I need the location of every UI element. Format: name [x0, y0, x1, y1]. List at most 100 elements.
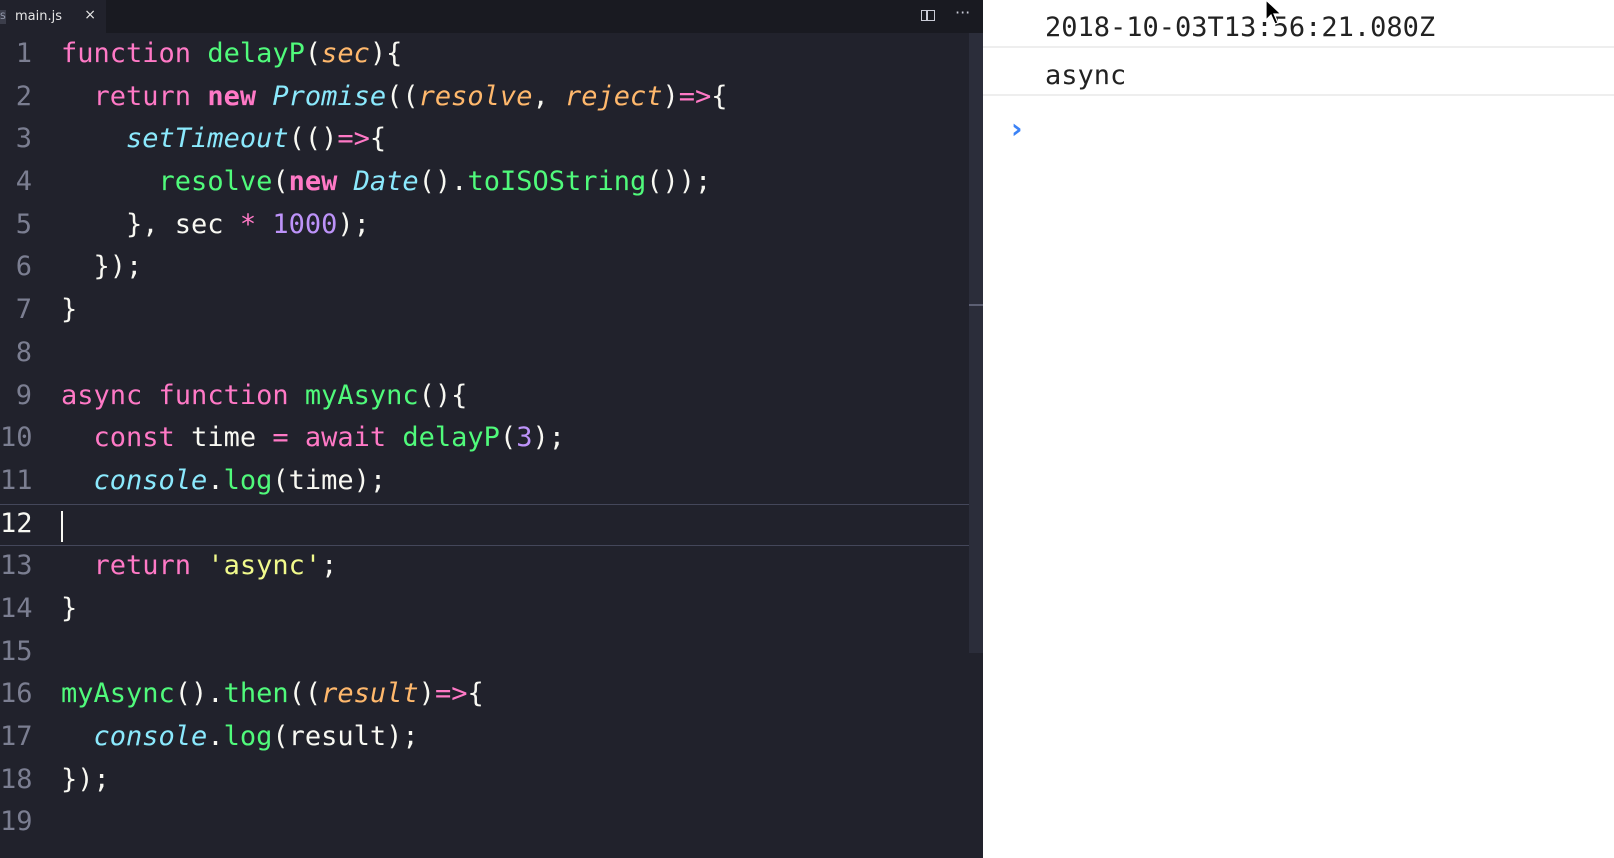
mouse-cursor-icon: [1265, 0, 1283, 25]
code-token: Promise: [272, 80, 387, 112]
code-token: toISOString: [467, 166, 647, 198]
code-token: 3: [516, 422, 533, 454]
code-line[interactable]: async function myAsync(){: [61, 375, 953, 418]
code-line[interactable]: }, sec * 1000);: [61, 204, 953, 247]
code-token: );: [337, 208, 370, 240]
code-token: console: [93, 721, 208, 752]
tab-label: main.js: [15, 9, 62, 24]
code-token: log: [223, 464, 273, 496]
more-actions-icon[interactable]: ···: [955, 3, 970, 22]
js-file-icon: S: [0, 9, 6, 24]
code-token: Date: [353, 166, 419, 198]
code-token: result: [321, 678, 419, 710]
code-line[interactable]: console.log(result);: [61, 716, 953, 759]
code-token: ;: [321, 550, 338, 582]
code-token: 'async': [207, 550, 322, 582]
code-area[interactable]: function delayP(sec){ return new Promise…: [61, 33, 953, 844]
code-line[interactable]: [61, 801, 953, 844]
line-number: 14: [0, 592, 33, 624]
code-token: }: [61, 294, 78, 326]
code-token: (result);: [272, 721, 419, 752]
scrollbar-thumb-marker[interactable]: [969, 304, 983, 306]
tab-main-js[interactable]: S main.js ×: [0, 0, 106, 33]
code-token: =>: [337, 123, 370, 155]
code-token: log: [223, 721, 273, 752]
code-token: delayP: [207, 38, 305, 69]
code-token: resolve: [418, 80, 533, 112]
code-token: (: [272, 166, 289, 198]
code-line[interactable]: resolve(new Date().toISOString());: [61, 161, 953, 204]
line-number: 1: [15, 38, 32, 69]
line-number: 11: [0, 464, 33, 496]
code-token: =>: [678, 80, 712, 112]
code-token: {: [386, 38, 403, 69]
console-prompt-icon[interactable]: ›: [1011, 112, 1023, 145]
line-number: 5: [15, 208, 32, 240]
code-line[interactable]: setTimeout(()=>{: [61, 118, 953, 161]
code-token: }: [61, 592, 78, 624]
code-token: function: [61, 38, 208, 69]
code-token: then: [223, 678, 289, 710]
line-number: 18: [0, 763, 33, 795]
line-number-gutter: 1 2 3 4 5 6 7 8 9 10 11 12 13 14 15 16 1…: [0, 33, 48, 844]
tab-bar: S main.js × ···: [0, 0, 983, 33]
code-token: return: [93, 80, 208, 112]
code-token: =: [272, 422, 305, 454]
split-editor-icon[interactable]: [921, 10, 935, 21]
text-cursor: [61, 511, 63, 542]
line-number: 9: [15, 379, 32, 411]
code-token: );: [532, 422, 565, 454]
code-token: reject: [564, 80, 663, 112]
code-token: delayP: [402, 422, 500, 454]
code-line[interactable]: }: [61, 588, 953, 631]
line-number: 8: [15, 336, 32, 368]
code-token: resolve: [158, 166, 273, 198]
line-number-active: 12: [0, 507, 33, 539]
code-token: ): [369, 38, 387, 69]
code-line[interactable]: const time = await delayP(3);: [61, 417, 953, 460]
code-line[interactable]: [61, 503, 953, 546]
code-token: 1000: [272, 208, 338, 240]
code-line[interactable]: [61, 631, 953, 674]
close-icon[interactable]: ×: [84, 7, 96, 23]
code-token: ,: [532, 80, 565, 112]
line-number: 19: [0, 806, 33, 838]
code-token: {: [369, 123, 387, 155]
code-line[interactable]: });: [61, 246, 953, 289]
line-number: 6: [15, 251, 32, 283]
code-token: ().: [418, 166, 468, 198]
code-line[interactable]: return new Promise((resolve, reject)=>{: [61, 76, 953, 119]
code-line[interactable]: console.log(time);: [61, 460, 953, 503]
code-line[interactable]: return 'async';: [61, 545, 953, 588]
line-number: 10: [0, 422, 33, 454]
code-token: });: [61, 763, 110, 795]
code-line[interactable]: }: [61, 289, 953, 332]
code-token: ().: [174, 678, 224, 710]
code-token: =>: [434, 678, 468, 710]
console-panel: 2018-10-03T13:56:21.080Z async ›: [983, 0, 1614, 858]
line-number: 7: [15, 294, 32, 326]
line-number: 17: [0, 721, 33, 752]
line-number: 16: [0, 678, 33, 710]
code-token: (: [499, 422, 517, 454]
console-log-row: 2018-10-03T13:56:21.080Z: [983, 0, 1614, 48]
code-token: ((: [386, 80, 419, 112]
code-editor[interactable]: S main.js × ··· 1 2 3 4 5 6 7 8 9 10 11 …: [0, 0, 983, 858]
code-token: ): [662, 80, 679, 112]
code-token: time: [191, 422, 273, 454]
code-line[interactable]: [61, 332, 953, 375]
editor-scrollbar[interactable]: [969, 33, 983, 653]
code-line[interactable]: function delayP(sec){: [61, 33, 953, 76]
code-token: (time);: [272, 464, 387, 496]
console-log-row: async: [983, 48, 1614, 96]
code-token: {: [467, 678, 484, 710]
code-line[interactable]: });: [61, 759, 953, 802]
line-number: 13: [0, 550, 33, 582]
code-line[interactable]: myAsync().then((result)=>{: [61, 673, 953, 716]
